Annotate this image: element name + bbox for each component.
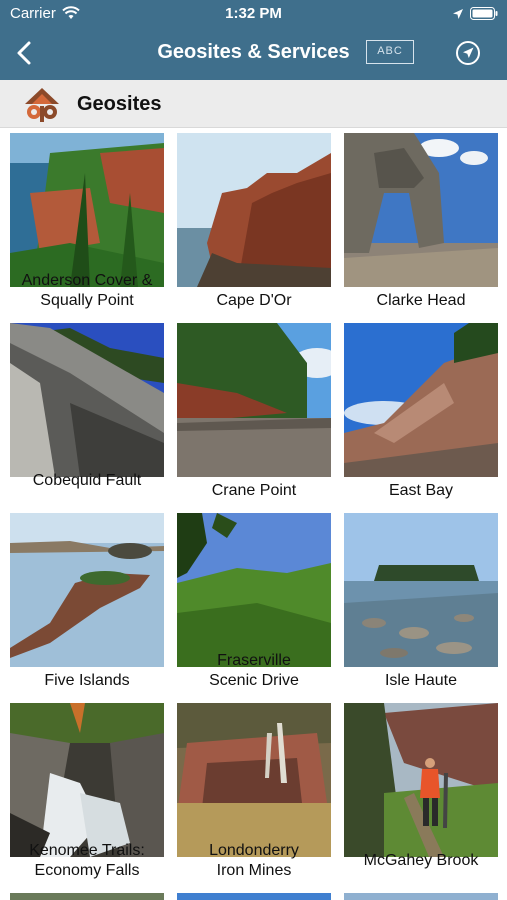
geosite-photo xyxy=(177,703,331,857)
geosite-photo xyxy=(177,133,331,287)
geosite-tile-partial[interactable] xyxy=(10,893,164,900)
geosite-tile-clarke-head[interactable]: Clarke Head xyxy=(344,133,498,309)
geosite-photo xyxy=(10,703,164,857)
location-arrow-icon xyxy=(452,7,464,24)
geosite-tile-partial[interactable] xyxy=(344,893,498,900)
section-title: Geosites xyxy=(77,93,162,115)
chevron-left-icon[interactable] xyxy=(10,38,40,68)
geosite-tile-east-bay[interactable]: East Bay xyxy=(344,323,498,499)
geosite-photo xyxy=(344,703,498,857)
geosite-photo xyxy=(177,893,331,900)
geosite-tile-crane-point[interactable]: Crane Point xyxy=(177,323,331,499)
text-size-button[interactable]: ABC xyxy=(366,40,414,64)
geosite-tile-kenomee-trails[interactable]: Kenomee Trails: Economy Falls xyxy=(10,703,164,879)
geosite-label: East Bay xyxy=(388,482,454,499)
geosite-label: McGahey Brook xyxy=(363,852,479,869)
page-title: Geosites & Services xyxy=(157,41,350,63)
top-bar: Carrier 1:32 PM Geosites & Services ABC xyxy=(0,0,507,80)
geosite-photo xyxy=(344,323,498,477)
geosite-tile-fraserville[interactable]: Fraserville Scenic Drive xyxy=(177,513,331,689)
section-header: Geosites xyxy=(0,80,507,128)
geosite-tile-isle-haute[interactable]: Isle Haute xyxy=(344,513,498,689)
geosite-grid: Anderson Cover & Squally Point Cape D'Or xyxy=(0,128,507,900)
geosite-label: Fraserville Scenic Drive xyxy=(209,652,299,689)
geosite-tile-mcgahey-brook[interactable]: McGahey Brook xyxy=(344,703,498,869)
geosite-tile-cape-dor[interactable]: Cape D'Or xyxy=(177,133,331,309)
geosite-photo xyxy=(344,893,498,900)
clock: 1:32 PM xyxy=(225,5,282,22)
geosite-photo xyxy=(10,323,164,477)
geosite-label: Five Islands xyxy=(44,672,130,689)
geosite-tile-five-islands[interactable]: Five Islands xyxy=(10,513,164,689)
geosite-photo xyxy=(10,893,164,900)
status-bar: Carrier 1:32 PM xyxy=(0,0,507,28)
compass-icon[interactable] xyxy=(455,40,481,66)
geosite-tile-partial[interactable] xyxy=(177,893,331,900)
geosite-label: Isle Haute xyxy=(384,672,458,689)
geosite-label: Cobequid Fault xyxy=(32,472,142,489)
geosite-label: Anderson Cover & Squally Point xyxy=(21,272,153,309)
geosite-label: Clarke Head xyxy=(376,292,466,309)
geosite-label: Crane Point xyxy=(211,482,297,499)
geosite-photo xyxy=(344,513,498,667)
navigation-bar: Geosites & Services ABC xyxy=(0,28,507,80)
geosite-photo xyxy=(177,323,331,477)
geopark-logo-icon xyxy=(22,85,62,125)
geosite-photo xyxy=(344,133,498,287)
geosite-photo xyxy=(10,133,164,287)
geosite-tile-londonderry[interactable]: Londonderry Iron Mines xyxy=(177,703,331,879)
geosite-photo xyxy=(10,513,164,667)
geosite-label: Kenomee Trails: Economy Falls xyxy=(29,842,145,879)
geosite-label: Cape D'Or xyxy=(216,292,292,309)
geosite-label: Londonderry Iron Mines xyxy=(209,842,299,879)
geosite-tile-anderson-cove[interactable]: Anderson Cover & Squally Point xyxy=(10,133,164,309)
geosite-tile-cobequid-fault[interactable]: Cobequid Fault xyxy=(10,323,164,489)
battery-icon xyxy=(470,7,498,24)
geosite-photo xyxy=(177,513,331,667)
